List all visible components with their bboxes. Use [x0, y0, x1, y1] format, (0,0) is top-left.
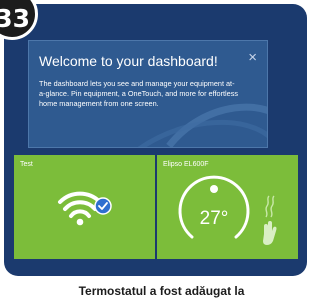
close-icon[interactable]: ×: [248, 50, 257, 65]
dashboard-screen: Welcome to your dashboard! The dashboard…: [4, 4, 307, 276]
instruction-caption: Termostatul a fost adăugat la: [78, 284, 245, 298]
check-badge-icon: [94, 197, 112, 215]
welcome-text: The dashboard lets you see and manage yo…: [39, 79, 239, 108]
welcome-title: Welcome to your dashboard!: [39, 53, 218, 69]
hand-icon: [263, 221, 277, 245]
device-tile-test[interactable]: Test: [14, 155, 155, 259]
device-tile-elipso[interactable]: Elipso EL600F 27°: [157, 155, 298, 259]
step-number: 33: [0, 4, 30, 33]
welcome-banner: Welcome to your dashboard! The dashboard…: [28, 40, 268, 148]
